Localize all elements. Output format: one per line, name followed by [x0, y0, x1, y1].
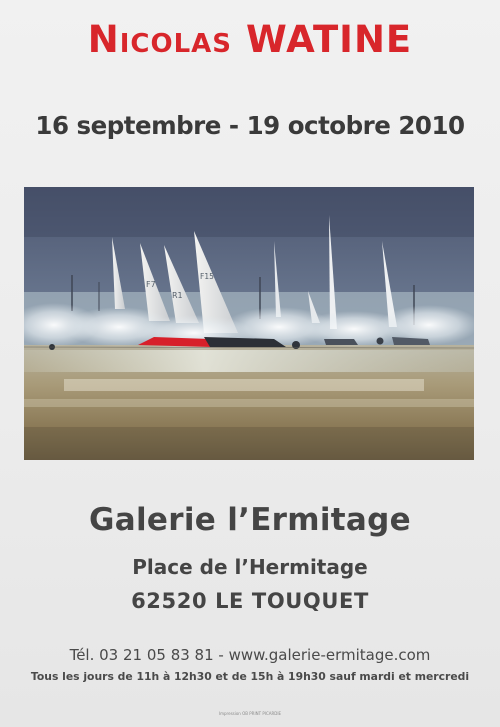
- artist-first-name: Nicolas: [87, 18, 233, 61]
- exhibition-dates: 16 septembre - 19 octobre 2010: [35, 111, 465, 140]
- gallery-address-city: 62520 LE TOUQUET: [131, 589, 369, 613]
- contact-line: Tél. 03 21 05 83 81 - www.galerie-ermita…: [69, 646, 431, 664]
- painting-image: F7 R1 F15: [24, 187, 474, 460]
- sail-label: R1: [172, 291, 183, 300]
- sail-label: F7: [146, 280, 156, 289]
- artist-last-name: WATINE: [246, 18, 413, 61]
- sail-label: F15: [200, 272, 214, 281]
- artist-name: Nicolas WATINE: [0, 18, 500, 61]
- poster: Nicolas WATINE 16 septembre - 19 octobre …: [0, 0, 500, 727]
- gallery-address-street: Place de l’Hermitage: [132, 555, 368, 579]
- printer-credit: Impression OB PRINT PICARDIE: [218, 711, 282, 716]
- gallery-name: Galerie l’Ermitage: [89, 502, 411, 538]
- opening-hours: Tous les jours de 11h à 12h30 et de 15h …: [30, 670, 470, 683]
